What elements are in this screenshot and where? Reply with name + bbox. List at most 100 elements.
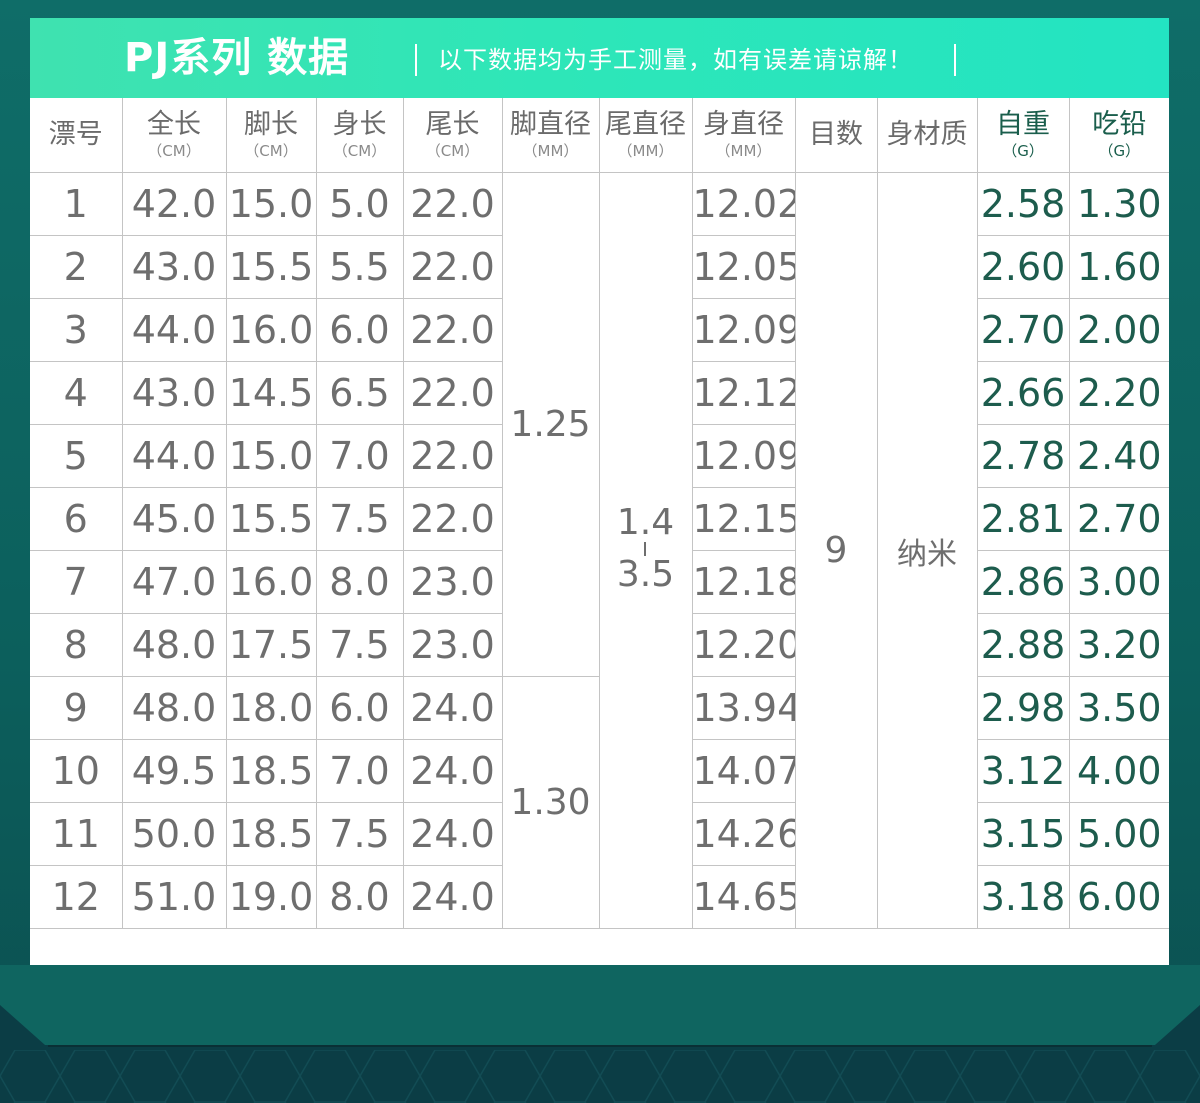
float-number-cell: 10 xyxy=(30,739,123,803)
hexagon-pattern xyxy=(0,1050,1200,1103)
float-number-cell: 8 xyxy=(30,613,123,677)
self-weight-cell: 2.86 xyxy=(976,550,1070,614)
body-diameter-cell: 12.02 xyxy=(691,172,796,236)
body-diameter-cell: 12.09 xyxy=(691,298,796,362)
col-header-float-no: 漂号 xyxy=(30,98,123,173)
foot-length-cell: 18.0 xyxy=(225,676,317,740)
mesh-cell: 9 xyxy=(794,172,878,929)
page-title: PJ系列 数据 xyxy=(124,35,350,81)
body-length-cell: 6.0 xyxy=(315,298,404,362)
body-diameter-cell: 12.18 xyxy=(691,550,796,614)
self-weight-cell: 2.66 xyxy=(976,361,1070,425)
spec-table: 漂号 全长 （CM） 脚长 （CM） 身长 （CM） 尾长 （CM） 脚直径 （MM） 尾… xyxy=(30,98,1169,929)
foot-length-cell: 18.5 xyxy=(225,802,317,866)
body-length-cell: 7.5 xyxy=(315,802,404,866)
lead-load-cell: 2.20 xyxy=(1068,361,1169,425)
tail-length-cell: 22.0 xyxy=(402,487,503,551)
body-length-cell: 6.5 xyxy=(315,361,404,425)
foot-diameter-cell: 1.30 xyxy=(501,676,600,929)
self-weight-cell: 2.98 xyxy=(976,676,1070,740)
total-length-cell: 42.0 xyxy=(121,172,227,236)
foot-length-cell: 15.5 xyxy=(225,487,317,551)
body-diameter-cell: 14.26 xyxy=(691,802,796,866)
lead-load-cell: 1.60 xyxy=(1068,235,1169,299)
self-weight-cell: 2.78 xyxy=(976,424,1070,488)
foot-diameter-cell: 1.25 xyxy=(501,172,600,677)
body-length-cell: 7.0 xyxy=(315,739,404,803)
self-weight-cell: 2.70 xyxy=(976,298,1070,362)
total-length-cell: 44.0 xyxy=(121,424,227,488)
lead-load-cell: 5.00 xyxy=(1068,802,1169,866)
float-number-cell: 11 xyxy=(30,802,123,866)
foot-length-cell: 18.5 xyxy=(225,739,317,803)
float-number-cell: 6 xyxy=(30,487,123,551)
body-diameter-cell: 12.20 xyxy=(691,613,796,677)
col-header-body-diameter: 身直径 （MM） xyxy=(691,98,796,173)
body-diameter-cell: 12.09 xyxy=(691,424,796,488)
lead-load-cell: 6.00 xyxy=(1068,865,1169,929)
col-header-tail-length: 尾长 （CM） xyxy=(402,98,503,173)
self-weight-cell: 3.15 xyxy=(976,802,1070,866)
lead-load-cell: 4.00 xyxy=(1068,739,1169,803)
self-weight-cell: 2.58 xyxy=(976,172,1070,236)
col-header-self-weight: 自重 （G） xyxy=(976,98,1070,173)
body-length-cell: 8.0 xyxy=(315,550,404,614)
measurement-note: 以下数据均为手工测量，如有误差请谅解！ xyxy=(438,46,913,74)
col-header-lead-load: 吃铅 （G） xyxy=(1068,98,1169,173)
foot-length-cell: 14.5 xyxy=(225,361,317,425)
foot-length-cell: 16.0 xyxy=(225,298,317,362)
col-header-tail-diameter: 尾直径 （MM） xyxy=(598,98,693,173)
body-diameter-cell: 12.15 xyxy=(691,487,796,551)
foot-length-cell: 17.5 xyxy=(225,613,317,677)
col-header-mesh: 目数 xyxy=(794,98,878,173)
header-divider-left xyxy=(415,44,417,76)
tail-length-cell: 22.0 xyxy=(402,172,503,236)
lead-load-cell: 2.00 xyxy=(1068,298,1169,362)
body-diameter-cell: 12.05 xyxy=(691,235,796,299)
body-diameter-cell: 13.94 xyxy=(691,676,796,740)
lead-load-cell: 1.30 xyxy=(1068,172,1169,236)
lead-load-cell: 3.20 xyxy=(1068,613,1169,677)
data-card: PJ系列 数据 以下数据均为手工测量，如有误差请谅解！ 漂号 全长 （CM） 脚长… xyxy=(30,18,1169,965)
body-length-cell: 7.5 xyxy=(315,613,404,677)
float-number-cell: 5 xyxy=(30,424,123,488)
total-length-cell: 44.0 xyxy=(121,298,227,362)
col-header-foot-diameter: 脚直径 （MM） xyxy=(501,98,600,173)
body-length-cell: 7.5 xyxy=(315,487,404,551)
float-number-cell: 9 xyxy=(30,676,123,740)
float-number-cell: 4 xyxy=(30,361,123,425)
float-number-cell: 1 xyxy=(30,172,123,236)
body-diameter-cell: 14.07 xyxy=(691,739,796,803)
col-header-foot-length: 脚长 （CM） xyxy=(225,98,317,173)
lead-load-cell: 3.00 xyxy=(1068,550,1169,614)
float-number-cell: 2 xyxy=(30,235,123,299)
self-weight-cell: 2.88 xyxy=(976,613,1070,677)
col-header-total-length: 全长 （CM） xyxy=(121,98,227,173)
foot-length-cell: 15.0 xyxy=(225,172,317,236)
foot-length-cell: 19.0 xyxy=(225,865,317,929)
tail-length-cell: 23.0 xyxy=(402,613,503,677)
tail-length-cell: 24.0 xyxy=(402,739,503,803)
tail-length-cell: 22.0 xyxy=(402,361,503,425)
tail-diameter-cell: 1.4 3.5 xyxy=(598,172,693,929)
card-header: PJ系列 数据 以下数据均为手工测量，如有误差请谅解！ xyxy=(30,18,1169,98)
material-cell: 纳米 xyxy=(876,172,978,929)
total-length-cell: 49.5 xyxy=(121,739,227,803)
total-length-cell: 47.0 xyxy=(121,550,227,614)
body-length-cell: 8.0 xyxy=(315,865,404,929)
total-length-cell: 51.0 xyxy=(121,865,227,929)
tail-diameter-min: 1.4 xyxy=(616,502,675,543)
header-divider-right xyxy=(954,44,956,76)
tail-diameter-max: 3.5 xyxy=(616,554,675,595)
total-length-cell: 45.0 xyxy=(121,487,227,551)
decorative-line xyxy=(48,1045,1152,1047)
self-weight-cell: 2.81 xyxy=(976,487,1070,551)
decorative-plate xyxy=(0,965,1200,1045)
self-weight-cell: 3.12 xyxy=(976,739,1070,803)
total-length-cell: 48.0 xyxy=(121,676,227,740)
body-length-cell: 5.0 xyxy=(315,172,404,236)
float-number-cell: 3 xyxy=(30,298,123,362)
tail-length-cell: 22.0 xyxy=(402,298,503,362)
body-length-cell: 6.0 xyxy=(315,676,404,740)
table-header-row: 漂号 全长 （CM） 脚长 （CM） 身长 （CM） 尾长 （CM） 脚直径 （MM） 尾… xyxy=(30,98,1169,173)
